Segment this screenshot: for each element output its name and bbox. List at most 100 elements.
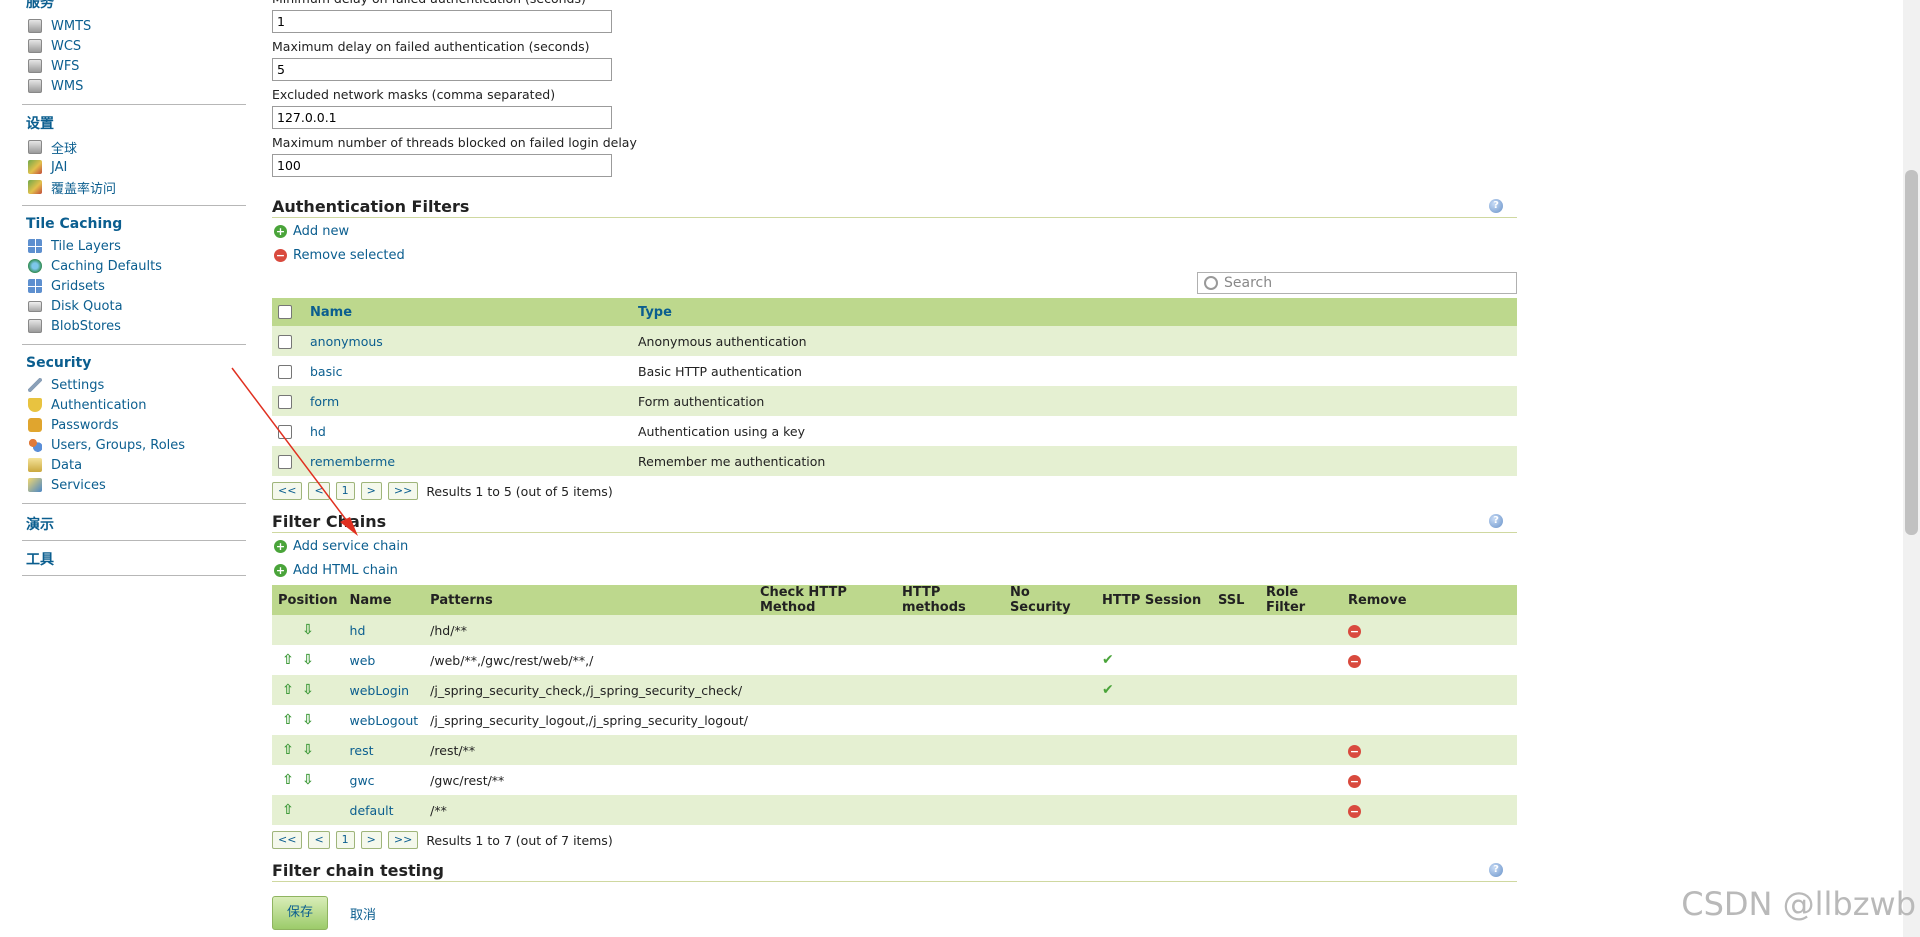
help-icon[interactable]: ? [1489, 514, 1503, 528]
sidebar-item[interactable]: Users, Groups, Roles [22, 435, 246, 455]
move-up-icon[interactable]: ⇧ [278, 682, 298, 698]
sidebar-section-title[interactable]: Tile Caching [26, 216, 246, 232]
add-html-chain-link[interactable]: Add HTML chain [293, 563, 398, 578]
pager-first-button[interactable]: << [272, 482, 303, 500]
filter-name-link[interactable]: anonymous [304, 326, 632, 356]
chain-name-link[interactable]: rest [343, 735, 425, 765]
sidebar-section-title[interactable]: 工具 [26, 549, 246, 569]
field-input[interactable] [272, 10, 612, 33]
sidebar-item-label[interactable]: Tile Layers [51, 239, 121, 254]
sidebar-section-title[interactable]: 设置 [26, 113, 246, 133]
chain-name-link[interactable]: hd [343, 615, 425, 645]
sidebar-item[interactable]: WCS [22, 36, 246, 56]
sidebar-item-label[interactable]: WMTS [51, 19, 91, 34]
sidebar-item-label[interactable]: JAI [51, 160, 67, 175]
help-icon[interactable]: ? [1489, 199, 1503, 213]
row-checkbox[interactable] [278, 364, 292, 379]
pager-next-button[interactable]: > [360, 831, 382, 849]
sidebar-item-label[interactable]: 覆盖率访问 [51, 178, 116, 197]
sidebar-item[interactable]: WMTS [22, 16, 246, 36]
pager-last-button[interactable]: >> [387, 482, 419, 500]
sidebar-item-label[interactable]: Gridsets [51, 279, 105, 294]
sidebar-item-label[interactable]: Caching Defaults [51, 259, 162, 274]
chain-name-link[interactable]: default [343, 795, 425, 825]
move-up-icon[interactable]: ⇧ [278, 652, 298, 668]
sidebar-item[interactable]: Tile Layers [22, 236, 246, 256]
sidebar-section-title[interactable]: 演示 [26, 514, 246, 534]
sidebar-item[interactable]: 覆盖率访问 [22, 177, 246, 197]
sidebar-item-label[interactable]: Data [51, 458, 82, 473]
sidebar-item[interactable]: Caching Defaults [22, 256, 246, 276]
sidebar-item[interactable]: WFS [22, 56, 246, 76]
sidebar-item-label[interactable]: WMS [51, 79, 83, 94]
move-up-icon[interactable]: ⇧ [278, 742, 298, 758]
move-down-icon[interactable]: ⇩ [298, 742, 318, 758]
chain-name-link[interactable]: webLogout [343, 705, 425, 735]
sidebar-item[interactable]: JAI [22, 157, 246, 177]
add-new-filter[interactable]: + Add new [272, 220, 1517, 242]
move-down-icon[interactable]: ⇩ [298, 712, 318, 728]
move-down-icon[interactable]: ⇩ [298, 682, 318, 698]
column-header-name[interactable]: Name [304, 298, 632, 326]
field-input[interactable] [272, 154, 612, 177]
field-input[interactable] [272, 58, 612, 81]
remove-chain-icon[interactable]: − [1347, 744, 1361, 758]
sidebar-item-label[interactable]: Authentication [51, 398, 146, 413]
chain-name-link[interactable]: webLogin [343, 675, 425, 705]
sidebar-item[interactable]: Data [22, 455, 246, 475]
pager-page-button[interactable]: 1 [335, 482, 355, 500]
sidebar-item-label[interactable]: WCS [51, 39, 81, 54]
help-icon[interactable]: ? [1489, 863, 1503, 877]
add-service-chain-link[interactable]: Add service chain [293, 539, 408, 554]
remove-chain-icon[interactable]: − [1347, 654, 1361, 668]
sidebar-item[interactable]: WMS [22, 76, 246, 96]
sidebar-item-label[interactable]: WFS [51, 59, 79, 74]
sidebar-item-label[interactable]: BlobStores [51, 319, 121, 334]
row-checkbox[interactable] [278, 424, 292, 439]
vertical-scrollbar[interactable] [1903, 0, 1920, 937]
remove-selected-filter[interactable]: − Remove selected [272, 244, 1517, 266]
sidebar-section-title[interactable]: Security [26, 355, 246, 371]
sidebar-item[interactable]: Settings [22, 375, 246, 395]
sidebar-item-label[interactable]: Settings [51, 378, 104, 393]
select-all-checkbox[interactable] [278, 305, 292, 319]
filter-name-link[interactable]: form [304, 386, 632, 416]
sidebar-item-label[interactable]: Users, Groups, Roles [51, 438, 185, 453]
move-up-icon[interactable]: ⇧ [278, 712, 298, 728]
chain-name-link[interactable]: gwc [343, 765, 425, 795]
pager-first-button[interactable]: << [272, 831, 303, 849]
pager-prev-button[interactable]: < [308, 831, 330, 849]
sidebar-item[interactable]: 全球 [22, 137, 246, 157]
pager-last-button[interactable]: >> [387, 831, 419, 849]
row-checkbox[interactable] [278, 334, 292, 349]
sidebar-item-label[interactable]: 全球 [51, 138, 77, 157]
move-down-icon[interactable]: ⇩ [298, 772, 318, 788]
remove-chain-icon[interactable]: − [1347, 774, 1361, 788]
remove-chain-icon[interactable]: − [1347, 804, 1361, 818]
column-header-type[interactable]: Type [632, 298, 1517, 326]
sidebar-section-title[interactable]: 服务 [26, 0, 246, 12]
sidebar-item-label[interactable]: Disk Quota [51, 299, 123, 314]
sidebar-item[interactable]: Authentication [22, 395, 246, 415]
sidebar-item-label[interactable]: Services [51, 478, 106, 493]
pager-page-button[interactable]: 1 [335, 831, 355, 849]
sidebar-item[interactable]: Disk Quota [22, 296, 246, 316]
add-html-chain[interactable]: + Add HTML chain [272, 559, 1517, 581]
scrollbar-thumb[interactable] [1905, 170, 1918, 535]
sidebar-item-label[interactable]: Passwords [51, 418, 119, 433]
search-input[interactable]: Search [1197, 272, 1517, 294]
field-input[interactable] [272, 106, 612, 129]
chain-name-link[interactable]: web [343, 645, 425, 675]
filter-name-link[interactable]: hd [304, 416, 632, 446]
move-down-icon[interactable]: ⇩ [298, 652, 318, 668]
cancel-link[interactable]: 取消 [350, 904, 376, 923]
pager-next-button[interactable]: > [360, 482, 382, 500]
remove-selected-link[interactable]: Remove selected [293, 248, 405, 263]
move-up-icon[interactable]: ⇧ [278, 802, 298, 818]
sidebar-item[interactable]: Services [22, 475, 246, 495]
save-button[interactable]: 保存 [272, 896, 329, 930]
add-service-chain[interactable]: + Add service chain [272, 535, 1517, 557]
remove-chain-icon[interactable]: − [1347, 624, 1361, 638]
row-checkbox[interactable] [278, 454, 292, 469]
sidebar-item[interactable]: Passwords [22, 415, 246, 435]
